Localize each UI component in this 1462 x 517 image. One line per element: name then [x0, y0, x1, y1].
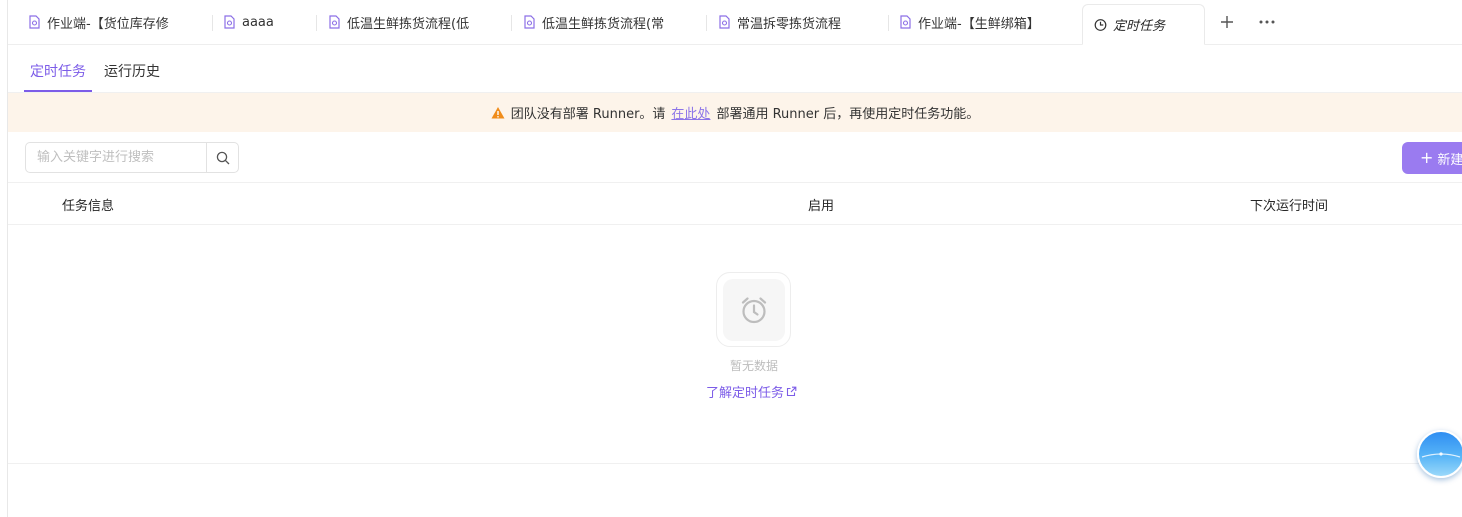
column-next-run-time: 下次运行时间 — [1250, 199, 1329, 214]
tab-flow-6[interactable]: 作业端-【生鲜绑箱】 — [879, 0, 1073, 44]
tab-flow-2[interactable]: aaaa — [203, 0, 315, 44]
flow-doc-icon — [28, 15, 41, 29]
search-box — [25, 142, 239, 173]
external-link-icon — [786, 386, 797, 397]
search-icon — [216, 151, 229, 164]
tab-label: 定时任务 — [1113, 19, 1166, 34]
alarm-clock-icon — [741, 296, 766, 323]
tab-flow-4[interactable]: 低温生鲜拣货流程(常 — [503, 0, 697, 44]
tab-label: aaaa — [242, 14, 274, 30]
tab-flow-5[interactable]: 常温拆零拣货流程 — [698, 0, 888, 44]
left-border — [7, 0, 8, 517]
deploy-runner-link[interactable]: 在此处 — [671, 103, 710, 122]
tab-label: 常温拆零拣货流程 — [737, 16, 842, 32]
new-task-button[interactable]: + 新建 — [1402, 142, 1462, 174]
learn-scheduled-tasks-link[interactable]: 了解定时任务 — [706, 382, 797, 401]
flow-doc-icon — [223, 15, 236, 29]
more-tabs-button[interactable] — [1256, 11, 1278, 33]
tab-flow-3[interactable]: 低温生鲜拣货流程(低 — [308, 0, 502, 44]
add-tab-button[interactable] — [1216, 11, 1238, 33]
empty-state-text: 暂无数据 — [729, 359, 778, 373]
flow-doc-icon — [899, 15, 912, 29]
runner-warning-banner: 团队没有部署 Runner。请 在此处 部署通用 Runner 后，再使用定时任… — [8, 93, 1462, 132]
empty-state-icon-box — [716, 272, 791, 347]
more-icon — [1259, 20, 1275, 24]
plus-icon: + — [1420, 148, 1434, 167]
warning-icon — [491, 106, 505, 120]
assistant-icon — [1421, 452, 1461, 458]
column-task-info: 任务信息 — [62, 199, 115, 214]
subtab-run-history[interactable]: 运行历史 — [104, 52, 160, 92]
clock-icon — [1094, 18, 1107, 32]
search-button[interactable] — [206, 143, 238, 172]
floating-assistant-button[interactable] — [1417, 430, 1462, 478]
learn-link-label: 了解定时任务 — [706, 386, 785, 401]
banner-text-after: 部署通用 Runner 后，再使用定时任务功能。 — [716, 107, 980, 122]
flow-doc-icon — [718, 15, 731, 29]
search-input[interactable] — [26, 143, 206, 172]
tab-bar: 作业端-【货位库存修 aaaa 低温生鲜拣货流程(低 低温生鲜拣货流程(常 常温… — [8, 0, 1462, 45]
column-enabled: 启用 — [808, 199, 835, 214]
flow-doc-icon — [328, 15, 341, 29]
table-bottom-rule — [8, 463, 1462, 464]
tab-scheduled-tasks[interactable]: 定时任务 — [1082, 4, 1205, 45]
subtab-scheduled-tasks[interactable]: 定时任务 — [24, 52, 92, 92]
plus-icon — [1221, 16, 1233, 28]
tab-label: 作业端-【生鲜绑箱】 — [918, 16, 1040, 32]
tab-label: 低温生鲜拣货流程(常 — [542, 16, 665, 32]
tab-label: 低温生鲜拣货流程(低 — [347, 16, 470, 32]
subtab-label: 定时任务 — [30, 64, 86, 80]
new-button-label: 新建 — [1437, 152, 1462, 168]
table-header: 任务信息 启用 下次运行时间 — [8, 182, 1462, 225]
tab-label: 作业端-【货位库存修 — [47, 16, 169, 32]
tab-flow-1[interactable]: 作业端-【货位库存修 — [8, 0, 212, 44]
flow-doc-icon — [523, 15, 536, 29]
banner-text-before: 团队没有部署 Runner。请 — [510, 107, 666, 122]
subtab-label: 运行历史 — [104, 64, 160, 80]
